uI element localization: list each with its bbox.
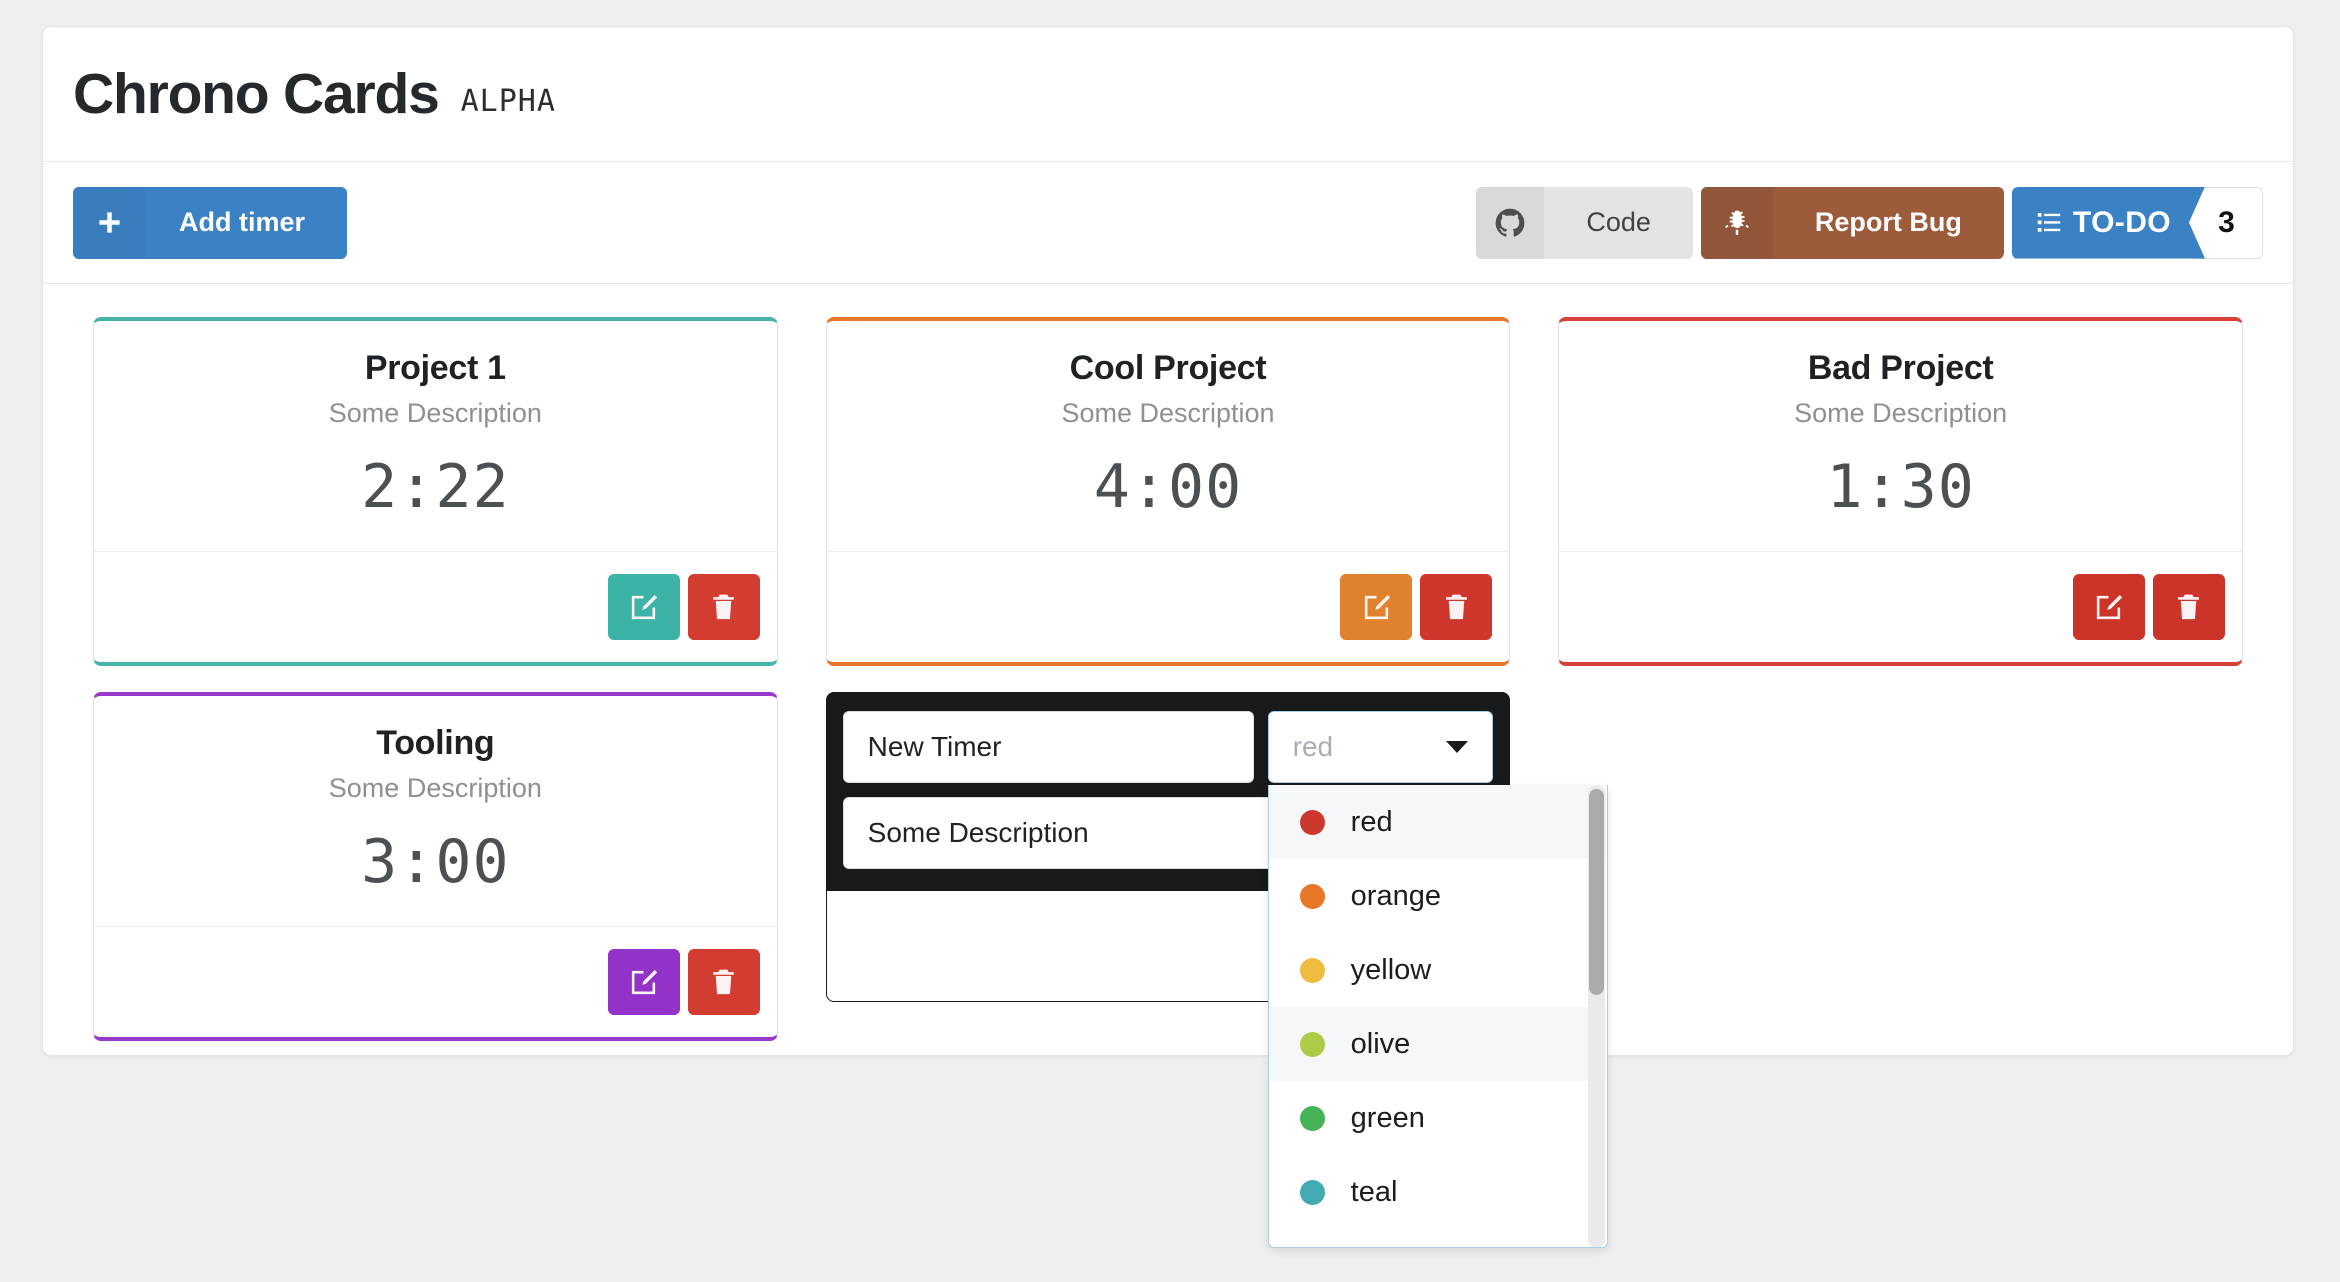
delete-timer-button[interactable] (687, 949, 760, 1015)
timer-display: 1:30 (1826, 452, 1975, 522)
edit-pencil-icon (2097, 594, 2123, 619)
todo-main-segment[interactable]: TO-DO (2012, 187, 2205, 259)
grid-cell: Tooling Some Description 3:00 (69, 679, 802, 1054)
edit-timer-button[interactable] (1340, 574, 1413, 640)
todo-label: TO-DO (2072, 205, 2171, 239)
timer-card-footer (1559, 552, 2242, 662)
color-option-label: green (1350, 1101, 1425, 1134)
delete-timer-button[interactable] (2152, 574, 2225, 640)
code-label: Code (1586, 207, 1651, 237)
timer-card-title: Project 1 (364, 349, 506, 387)
timer-display: 4:00 (1093, 452, 1243, 522)
timer-card-body: Project 1 Some Description 2:22 (94, 321, 777, 552)
timer-card-footer (94, 552, 777, 662)
add-timer-label: Add timer (179, 207, 306, 237)
timer-card: Project 1 Some Description 2:22 (93, 317, 778, 666)
report-bug-label: Report Bug (1814, 207, 1962, 237)
color-option-label: orange (1350, 879, 1441, 912)
form-row-name: red red (842, 711, 1608, 1248)
color-swatch (1299, 1105, 1325, 1131)
alpha-badge: ALPHA (460, 83, 556, 119)
color-select-value: red (1292, 731, 1334, 762)
edit-pencil-icon (632, 594, 658, 619)
edit-timer-button[interactable] (607, 574, 680, 640)
code-button[interactable]: Code (1476, 186, 1693, 259)
timer-display: 3:00 (361, 827, 510, 897)
timer-card-description: Some Description (328, 773, 542, 803)
trash-icon (1445, 594, 1467, 619)
edit-timer-button[interactable] (2072, 574, 2145, 640)
timer-card-description: Some Description (328, 398, 542, 428)
timer-card: Cool Project Some Description 4:00 (825, 317, 1511, 666)
edit-pencil-icon (632, 969, 658, 994)
report-bug-button[interactable]: Report Bug (1700, 186, 2004, 259)
color-swatch (1299, 883, 1325, 909)
todo-count-badge: 3 (2191, 186, 2263, 259)
list-icon (2034, 208, 2064, 238)
toolbar-right-group: Code Report Bug TO-DO 3 (1476, 186, 2263, 259)
app-window: Chrono Cards ALPHA Add timer Code Report… (42, 26, 2294, 1248)
plus-icon (73, 186, 145, 259)
grid-cell: red red (802, 679, 1608, 1248)
color-option-red[interactable]: red (1268, 785, 1607, 859)
color-option-green[interactable]: green (1269, 1081, 1607, 1155)
grid-cell: Project 1 Some Description 2:22 (69, 304, 802, 679)
color-swatch (1299, 957, 1325, 983)
color-option-olive[interactable]: olive (1268, 1007, 1607, 1081)
dropdown-scrollbar[interactable] (1587, 785, 1605, 1247)
color-select[interactable]: red (1267, 711, 1494, 783)
color-option-label: olive (1350, 1027, 1411, 1060)
color-option-orange[interactable]: orange (1269, 859, 1607, 933)
app-header: Chrono Cards ALPHA (43, 27, 2293, 162)
color-option-label: red (1350, 805, 1393, 838)
delete-timer-button[interactable] (1420, 574, 1493, 640)
color-option-teal[interactable]: teal (1269, 1155, 1607, 1229)
timer-card-title: Cool Project (1069, 349, 1267, 387)
color-dropdown-menu[interactable]: red orange yellow olive green teal (1267, 785, 1608, 1248)
timer-card-footer (94, 927, 777, 1037)
trash-icon (713, 969, 734, 994)
timer-card: Tooling Some Description 3:00 (93, 692, 778, 1041)
timer-card-footer (827, 552, 1510, 662)
color-swatch (1299, 1179, 1325, 1205)
color-option-yellow[interactable]: yellow (1269, 933, 1607, 1007)
timer-card-description: Some Description (1794, 398, 2008, 428)
timer-card-title: Tooling (376, 724, 495, 762)
bug-icon (1700, 186, 1773, 259)
timer-card-body: Cool Project Some Description 4:00 (826, 321, 1510, 552)
timer-card-body: Bad Project Some Description 1:30 (1559, 321, 2242, 552)
timer-card-grid: Project 1 Some Description 2:22 Cool Pro… (43, 284, 2293, 1248)
add-timer-button[interactable]: Add timer (73, 186, 348, 259)
timer-name-input[interactable] (842, 711, 1254, 783)
dropdown-scrollbar-thumb[interactable] (1588, 789, 1604, 995)
timer-card-body: Tooling Some Description 3:00 (94, 696, 777, 927)
trash-icon (713, 594, 734, 619)
timer-card-title: Bad Project (1807, 349, 1994, 387)
edit-timer-button[interactable] (607, 949, 680, 1015)
github-icon (1476, 186, 1545, 259)
page-title: Chrono Cards (73, 62, 440, 126)
color-select-slot: red red orange yellow olive green teal (1267, 711, 1608, 1248)
color-swatch (1299, 1031, 1325, 1057)
delete-timer-button[interactable] (687, 574, 760, 640)
timer-card: Bad Project Some Description 1:30 (1558, 317, 2243, 666)
new-timer-form-card: red red (825, 692, 1608, 1248)
timer-card-description: Some Description (1061, 398, 1275, 428)
new-timer-form-body: red red (827, 693, 1608, 1248)
trash-icon (2178, 594, 2200, 619)
color-option-label: yellow (1350, 953, 1432, 986)
todo-button[interactable]: TO-DO 3 (2012, 186, 2263, 259)
grid-cell: Cool Project Some Description 4:00 (802, 304, 1535, 679)
chevron-down-icon (1446, 741, 1469, 753)
edit-pencil-icon (1364, 594, 1391, 619)
color-swatch (1299, 809, 1325, 835)
color-dropdown-scroll: red orange yellow olive green teal (1268, 785, 1607, 1247)
color-option-label: teal (1350, 1175, 1398, 1208)
timer-display: 2:22 (361, 452, 510, 522)
toolbar: Add timer Code Report Bug TO-DO 3 (43, 162, 2293, 284)
grid-cell: Bad Project Some Description 1:30 (1534, 304, 2267, 679)
